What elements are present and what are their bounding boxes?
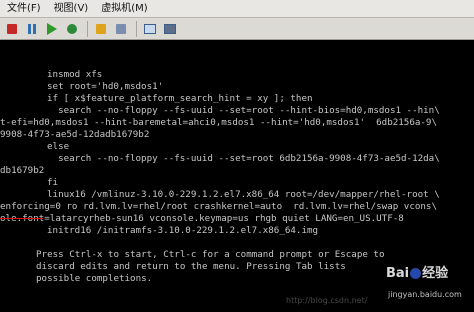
power-button[interactable] [92,20,110,38]
reset-button[interactable] [63,20,81,38]
play-icon [47,22,57,35]
console-line: enforcing=0 ro rd.lvm.lv=rhel/root crash… [0,201,437,212]
toolbar [0,18,474,40]
pause-icon [28,23,36,34]
baidu-watermark-logo: Bai 经验 [386,262,448,281]
console-help-line: Press Ctrl-x to start, Ctrl-c for a comm… [36,249,385,260]
snapshot-button[interactable] [112,20,130,38]
menu-vm[interactable]: 虚拟机(M) [94,0,153,18]
window-icon [144,23,156,34]
play-button[interactable] [43,20,61,38]
toolbar-separator [136,20,137,37]
console-line: t-efi=hd0,msdos1 --hint-baremetal=ahci0,… [0,117,437,128]
console-line: db1679b2 [0,165,45,176]
reset-icon [67,23,77,34]
menu-view[interactable]: 视图(V) [47,0,95,18]
stop-icon [7,23,17,34]
console-line: set root='hd0,msdos1' [47,81,164,92]
fullscreen-button[interactable] [161,20,179,38]
pause-button[interactable] [23,20,41,38]
console-line: search --no-floppy --fs-uuid --set=root … [47,105,440,116]
console-line: if [ x$feature_platform_search_hint = xy… [47,93,313,104]
console-line: fi [47,177,59,188]
watermark-logo-right: 经验 [422,266,449,281]
console-line: initrd16 /initramfs-3.10.0-229.1.2.el7.x… [47,225,319,236]
watermark-logo-left: Bai [386,266,410,281]
stop-button[interactable] [3,20,21,38]
console-help-line: discard edits and return to the menu. Pr… [36,261,346,272]
console-line: ole.font=latarcyrheb-sun16 vconsole.keym… [0,213,404,224]
console-line: search --no-floppy --fs-uuid --set=root … [47,153,440,164]
window-button[interactable] [141,20,159,38]
snapshot-icon [116,23,126,34]
console-line: 9908-4f73-ae5d-12dadb1679b2 [0,129,150,140]
power-icon [96,23,106,34]
console-line: linux16 /vmlinuz-3.10.0-229.1.2.el7.x86_… [47,189,440,200]
fullscreen-icon [164,23,176,34]
toolbar-separator [87,20,88,37]
highlight-underline [0,218,43,219]
console-help-line: possible completions. [36,273,153,284]
menu-bar: 文件(F) 视图(V) 虚拟机(M) [0,0,474,18]
console-line: insmod xfs [47,69,103,80]
console-line: else [47,141,70,152]
watermark-subtext: jingyan.baidu.com [388,290,462,299]
menu-file[interactable]: 文件(F) [0,0,47,18]
blog-watermark: http://blog.csdn.net/ [286,296,368,305]
paw-icon [410,268,422,279]
